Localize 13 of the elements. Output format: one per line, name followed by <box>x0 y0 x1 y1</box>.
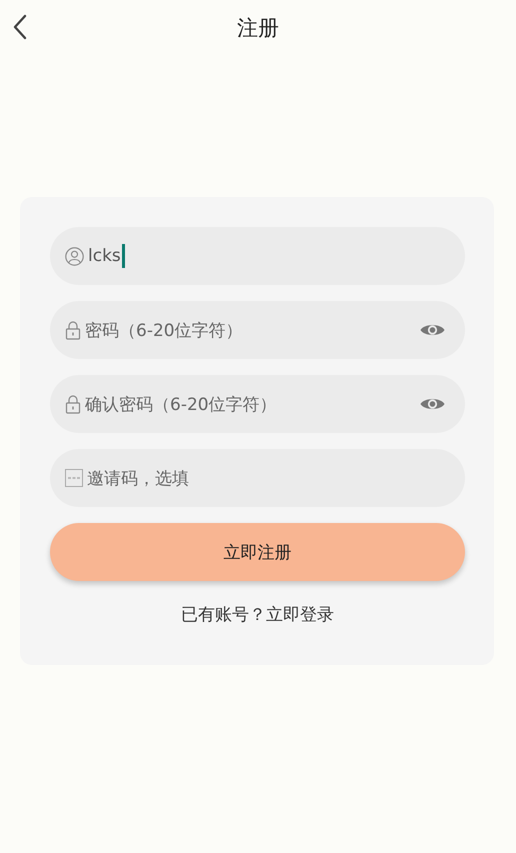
input-field[interactable]: 邀请码，选填 <box>50 449 465 507</box>
register-button[interactable]: 立即注册 <box>50 523 465 581</box>
user-icon <box>65 246 84 266</box>
input-field[interactable]: 确认密码（6-20位字符） <box>50 375 465 433</box>
eye-icon[interactable] <box>420 396 445 412</box>
back-icon[interactable] <box>13 14 27 40</box>
input-field[interactable]: 密码（6-20位字符） <box>50 301 465 359</box>
lock-icon <box>65 320 81 340</box>
lock-icon <box>65 394 81 414</box>
eye-icon[interactable] <box>420 322 445 338</box>
page-title: 注册 <box>237 14 279 42</box>
login-link[interactable]: 已有账号？立即登录 <box>181 603 334 626</box>
input-field[interactable]: lcks <box>50 227 465 285</box>
